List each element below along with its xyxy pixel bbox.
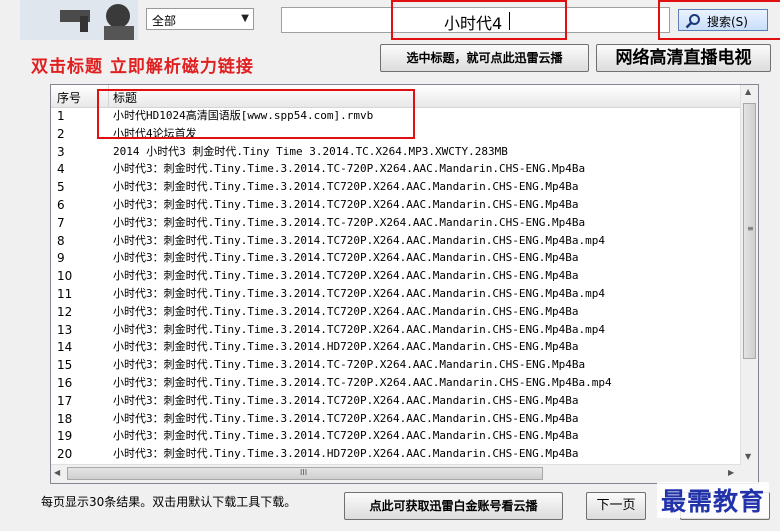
row-seq: 12 [57, 304, 73, 319]
table-row[interactable]: 11 小时代3：刺金时代.Tiny.Time.3.2014.TC720P.X264… [51, 285, 741, 303]
row-title: 小时代3：刺金时代.Tiny.Time.3.2014.TC720P.X264.A… [113, 411, 579, 425]
row-seq: 20 [57, 447, 73, 462]
scroll-right-icon[interactable]: ▶ [728, 468, 734, 477]
row-title: 小时代3：刺金时代.Tiny.Time.3.2014.TC720P.X264.A… [113, 233, 605, 247]
footer-note: 每页显示30条结果。双击用默认下载工具下载。 [41, 495, 297, 509]
table-row[interactable]: 7 小时代3：刺金时代.Tiny.Time.3.2014.TC-720P.X264… [51, 214, 741, 232]
table-row[interactable]: 17 小时代3：刺金时代.Tiny.Time.3.2014.TC720P.X264… [51, 392, 741, 410]
next-page-button[interactable]: 下一页 [586, 492, 646, 520]
row-seq: 13 [57, 322, 73, 337]
row-title: 小时代3：刺金时代.Tiny.Time.3.2014.TC720P.X264.A… [113, 287, 605, 300]
row-title: 小时代3：刺金时代.Tiny.Time.3.2014.TC-720P.X264.… [113, 162, 586, 176]
row-title: 小时代3：刺金时代.Tiny.Time.3.2014.TC720P.X264.A… [113, 198, 579, 211]
row-seq: 15 [57, 358, 73, 373]
scroll-down-icon[interactable]: ▼ [745, 452, 751, 461]
live-tv-button[interactable]: 网络高清直播电视 [596, 44, 771, 72]
row-title: 2014 小时代3 刺金时代.Tiny Time 3.2014.TC.X264.… [113, 144, 508, 158]
get-account-button[interactable]: 点此可获取迅雷白金账号看云播 [344, 492, 563, 520]
column-header-seq[interactable]: 序号 [57, 89, 81, 106]
scroll-up-icon[interactable]: ▲ [745, 87, 751, 96]
table-row[interactable]: 14 小时代3：刺金时代.Tiny.Time.3.2014.HD720P.X264… [51, 338, 741, 356]
table-row[interactable]: 8 小时代3：刺金时代.Tiny.Time.3.2014.TC720P.X264.… [51, 232, 741, 250]
grip-icon: ≡ [747, 224, 754, 233]
row-title: 小时代3：刺金时代.Tiny.Time.3.2014.TC720P.X264.A… [113, 304, 579, 318]
cloud-play-button[interactable]: 选中标题，就可点此迅雷云播 [380, 44, 589, 72]
highlight-search-box [391, 0, 567, 40]
row-seq: 3 [57, 144, 65, 159]
row-seq: 8 [57, 233, 65, 248]
table-row[interactable]: 15 小时代3：刺金时代.Tiny.Time.3.2014.TC-720P.X26… [51, 356, 741, 374]
row-title: 小时代3：刺金时代.Tiny.Time.3.2014.TC720P.X264.A… [113, 393, 579, 407]
table-row[interactable]: 9 小时代3：刺金时代.Tiny.Time.3.2014.TC720P.X264.… [51, 249, 741, 267]
table-row[interactable]: 13 小时代3：刺金时代.Tiny.Time.3.2014.TC720P.X264… [51, 321, 741, 339]
row-seq: 9 [57, 251, 65, 266]
row-seq: 10 [57, 269, 73, 284]
highlight-title-rows [97, 89, 415, 139]
row-seq: 11 [57, 287, 73, 301]
row-title: 小时代3：刺金时代.Tiny.Time.3.2014.HD720P.X264.A… [113, 340, 579, 354]
result-table[interactable]: 序号 标题 1 小时代HD1024高清国语版[www.spp54.com].rmv… [50, 84, 759, 484]
scroll-left-icon[interactable]: ◀ [54, 468, 60, 477]
row-title: 小时代3：刺金时代.Tiny.Time.3.2014.TC720P.X264.A… [113, 322, 605, 336]
row-title: 小时代3：刺金时代.Tiny.Time.3.2014.TC720P.X264.A… [113, 269, 579, 283]
row-seq: 18 [57, 411, 73, 426]
table-row[interactable]: 5 小时代3：刺金时代.Tiny.Time.3.2014.TC720P.X264.… [51, 178, 741, 196]
logo-image [20, 0, 138, 40]
table-row[interactable]: 18 小时代3：刺金时代.Tiny.Time.3.2014.TC720P.X264… [51, 410, 741, 428]
category-select[interactable]: 全部 ▼ [146, 8, 254, 30]
row-seq: 4 [57, 162, 65, 177]
vertical-scroll-thumb[interactable]: ≡ [743, 103, 756, 359]
category-select-value: 全部 [152, 14, 177, 28]
grip-icon: III [300, 468, 308, 477]
watermark: 最需教育 [657, 482, 770, 518]
row-seq: 2 [57, 126, 65, 141]
row-title: 小时代3：刺金时代.Tiny.Time.3.2014.TC-720P.X264.… [113, 358, 586, 372]
row-title: 小时代3：刺金时代.Tiny.Time.3.2014.TC720P.X264.A… [113, 180, 579, 194]
table-row[interactable]: 4 小时代3：刺金时代.Tiny.Time.3.2014.TC-720P.X264… [51, 160, 741, 178]
table-row[interactable]: 19 小时代3：刺金时代.Tiny.Time.3.2014.TC720P.X264… [51, 427, 741, 445]
row-seq: 7 [57, 215, 65, 230]
scrollbar-corner [741, 465, 758, 483]
row-title: 小时代3：刺金时代.Tiny.Time.3.2014.TC-720P.X264.… [113, 376, 612, 389]
chevron-down-icon: ▼ [241, 13, 249, 24]
row-seq: 14 [57, 340, 73, 355]
table-row[interactable]: 3 2014 小时代3 刺金时代.Tiny Time 3.2014.TC.X264… [51, 143, 741, 161]
row-seq: 6 [57, 198, 65, 212]
horizontal-scroll-thumb[interactable]: III [67, 467, 543, 480]
row-title: 小时代3：刺金时代.Tiny.Time.3.2014.TC-720P.X264.… [113, 215, 586, 229]
row-seq: 19 [57, 429, 73, 444]
tagline: 双击标题 立即解析磁力链接 [31, 57, 254, 77]
highlight-search-button [658, 0, 780, 40]
row-seq: 1 [57, 109, 65, 123]
table-row[interactable]: 20 小时代3：刺金时代.Tiny.Time.3.2014.HD720P.X264… [51, 445, 741, 463]
table-row[interactable]: 12 小时代3：刺金时代.Tiny.Time.3.2014.TC720P.X264… [51, 303, 741, 321]
table-row[interactable]: 10 小时代3：刺金时代.Tiny.Time.3.2014.TC720P.X264… [51, 267, 741, 285]
row-title: 小时代3：刺金时代.Tiny.Time.3.2014.TC720P.X264.A… [113, 251, 579, 265]
row-title: 小时代3：刺金时代.Tiny.Time.3.2014.HD720P.X264.A… [113, 447, 579, 461]
horizontal-scrollbar[interactable]: ◀ III ▶ [51, 464, 741, 483]
row-seq: 16 [57, 376, 73, 390]
row-seq: 17 [57, 393, 73, 408]
row-seq: 5 [57, 180, 65, 195]
table-row[interactable]: 6 小时代3：刺金时代.Tiny.Time.3.2014.TC720P.X264.… [51, 196, 741, 214]
table-row[interactable]: 16 小时代3：刺金时代.Tiny.Time.3.2014.TC-720P.X26… [51, 374, 741, 392]
row-title: 小时代3：刺金时代.Tiny.Time.3.2014.TC720P.X264.A… [113, 429, 579, 443]
vertical-scrollbar[interactable]: ▲ ≡ ▼ [740, 85, 758, 465]
